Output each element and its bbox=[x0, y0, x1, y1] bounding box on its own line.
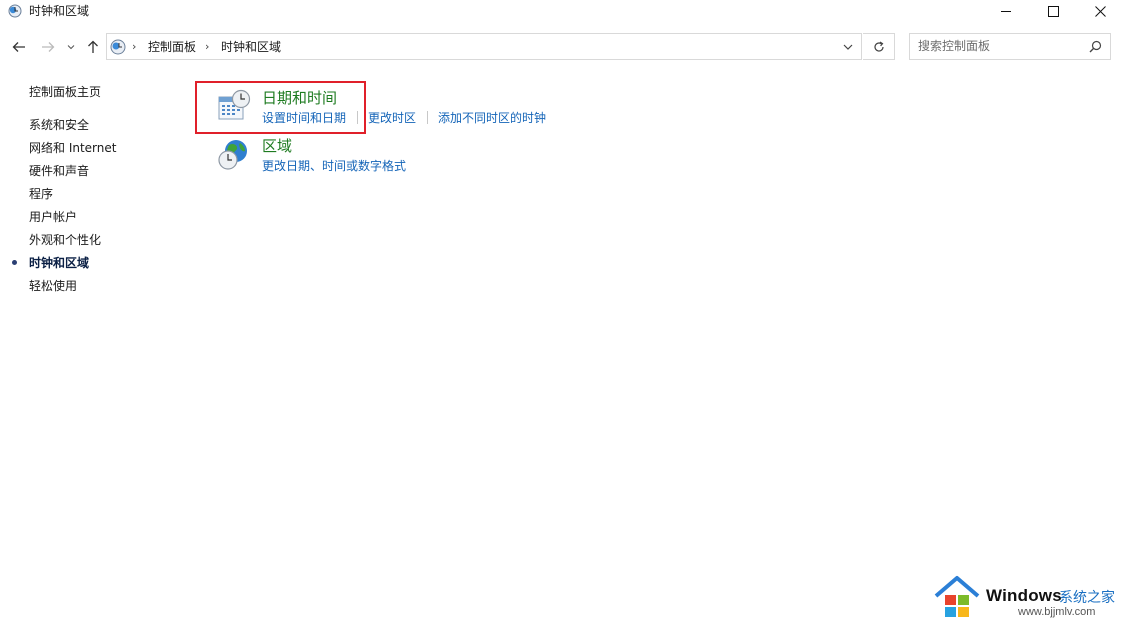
chevron-down-icon bbox=[843, 44, 853, 50]
maximize-button[interactable] bbox=[1030, 0, 1076, 22]
minimize-icon bbox=[1001, 11, 1011, 12]
sidebar-item-system-and-security[interactable]: 系统和安全 bbox=[29, 118, 89, 132]
house-logo-icon bbox=[934, 576, 980, 617]
watermark: Windows 系统之家 www.bjjmlv.com bbox=[933, 575, 1118, 621]
address-bar[interactable]: › 控制面板 › 时钟和区域 bbox=[106, 33, 862, 60]
link-divider bbox=[427, 111, 428, 124]
control-panel-clock-icon bbox=[8, 4, 22, 18]
chevron-right-icon: › bbox=[205, 40, 210, 53]
sidebar-item-appearance[interactable]: 外观和个性化 bbox=[29, 233, 101, 247]
watermark-url: www.bjjmlv.com bbox=[1018, 606, 1096, 618]
arrow-up-icon bbox=[88, 40, 98, 53]
maximize-icon bbox=[1047, 5, 1059, 17]
category-title-region[interactable]: 区域 bbox=[262, 138, 292, 155]
refresh-icon bbox=[873, 40, 884, 52]
sidebar-item-user-accounts[interactable]: 用户帐户 bbox=[29, 210, 77, 224]
sidebar-item-control-panel-home[interactable]: 控制面板主页 bbox=[29, 85, 101, 99]
link-change-time-zone[interactable]: 更改时区 bbox=[368, 111, 416, 125]
sidebar-item-hardware-and-sound[interactable]: 硬件和声音 bbox=[29, 164, 89, 178]
breadcrumb-clock-and-region[interactable]: 时钟和区域 bbox=[221, 40, 281, 54]
search-icon[interactable] bbox=[1089, 40, 1102, 53]
highlight-box bbox=[195, 81, 366, 134]
search-input[interactable] bbox=[918, 39, 1078, 53]
back-button[interactable] bbox=[9, 37, 29, 57]
recent-locations-button[interactable] bbox=[64, 37, 78, 57]
chevron-right-icon: › bbox=[132, 40, 137, 53]
control-panel-icon bbox=[110, 39, 126, 55]
forward-button[interactable] bbox=[38, 37, 58, 57]
sidebar-item-clock-and-region[interactable]: 时钟和区域 bbox=[29, 256, 89, 270]
window-title: 时钟和区域 bbox=[29, 4, 90, 18]
active-bullet-icon bbox=[12, 260, 17, 265]
sidebar-item-network-and-internet[interactable]: 网络和 Internet bbox=[29, 141, 116, 155]
up-button[interactable] bbox=[84, 37, 102, 57]
breadcrumb-control-panel[interactable]: 控制面板 bbox=[148, 40, 196, 54]
title-bar: 时钟和区域 bbox=[0, 0, 1123, 24]
arrow-left-icon bbox=[12, 42, 25, 52]
link-add-clocks-for-different-time-zones[interactable]: 添加不同时区的时钟 bbox=[438, 111, 546, 125]
sidebar-item-programs[interactable]: 程序 bbox=[29, 187, 53, 201]
arrow-right-icon bbox=[42, 42, 55, 52]
sidebar-item-ease-of-access[interactable]: 轻松使用 bbox=[29, 279, 77, 293]
minimize-button[interactable] bbox=[983, 0, 1029, 22]
close-icon bbox=[1094, 5, 1106, 17]
watermark-site-name: 系统之家 bbox=[1059, 590, 1115, 606]
address-dropdown-button[interactable] bbox=[835, 34, 861, 59]
chevron-down-icon bbox=[67, 45, 75, 50]
watermark-brand: Windows bbox=[986, 586, 1062, 605]
link-change-date-time-number-formats[interactable]: 更改日期、时间或数字格式 bbox=[262, 159, 406, 173]
search-box[interactable] bbox=[909, 33, 1111, 60]
close-button[interactable] bbox=[1077, 0, 1123, 22]
refresh-button[interactable] bbox=[863, 33, 895, 60]
globe-clock-icon[interactable] bbox=[216, 137, 252, 173]
